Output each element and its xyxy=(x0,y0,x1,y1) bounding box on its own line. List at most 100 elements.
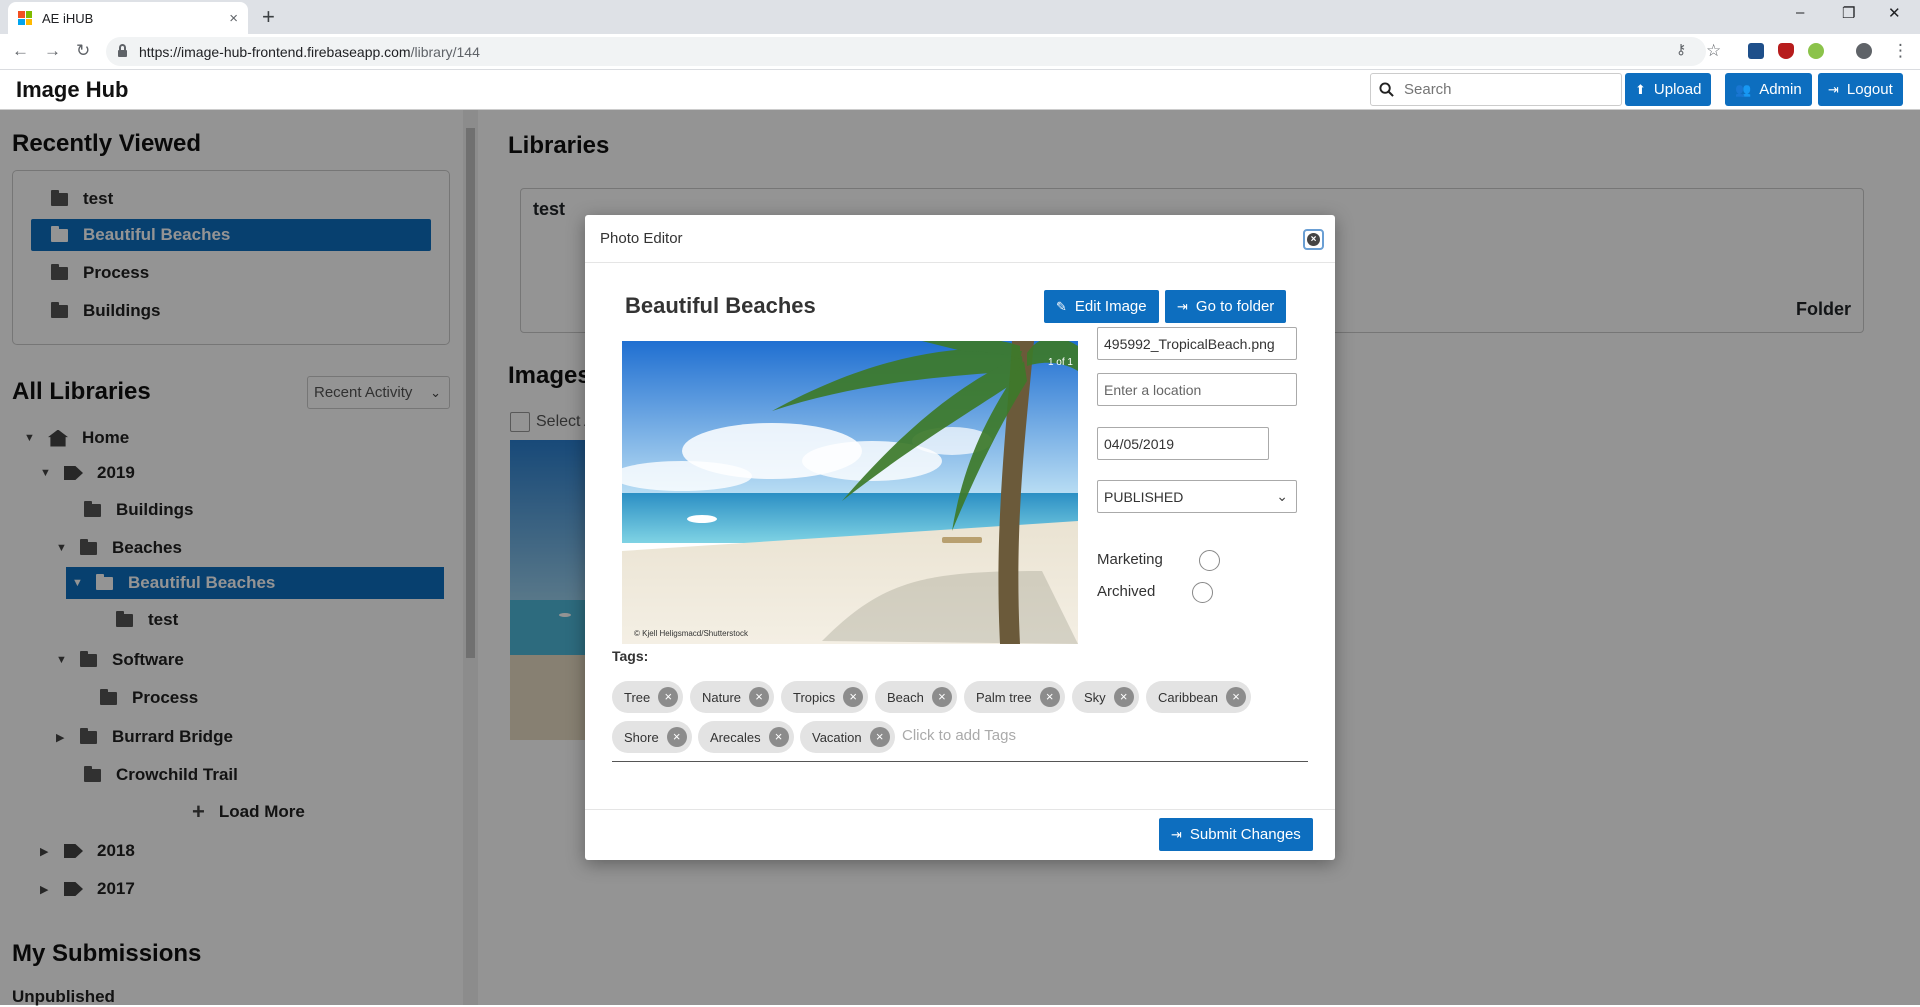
microsoft-logo-icon xyxy=(18,11,32,25)
browser-tab[interactable]: AE iHUB × xyxy=(8,2,248,34)
pencil-icon: ✎ xyxy=(1056,298,1067,314)
tag-chip-label: Beach xyxy=(887,689,924,705)
location-field[interactable]: Enter a location xyxy=(1097,373,1297,406)
search-icon xyxy=(1379,82,1394,97)
add-tag-input[interactable]: Click to add Tags xyxy=(902,727,1016,744)
url-host: https://image-hub-frontend.firebaseapp.c… xyxy=(139,43,411,60)
tag-chip-label: Caribbean xyxy=(1158,689,1218,705)
remove-tag-icon[interactable]: × xyxy=(869,727,890,747)
lock-icon xyxy=(118,44,127,57)
remove-tag-icon[interactable]: × xyxy=(768,727,789,747)
admin-label: Admin xyxy=(1759,81,1802,98)
tags-divider xyxy=(612,761,1308,762)
filename-field[interactable]: 495992_TropicalBeach.png xyxy=(1097,327,1297,360)
tag-chip[interactable]: Sky × xyxy=(1072,681,1139,713)
tag-chip-label: Tree xyxy=(624,689,651,705)
key-icon[interactable]: ⚷ xyxy=(1676,41,1686,58)
tropical-beach-image xyxy=(622,341,1078,644)
search-input[interactable] xyxy=(1402,80,1602,99)
address-bar[interactable]: https://image-hub-frontend.firebaseapp.c… xyxy=(106,37,1706,66)
submit-changes-label: Submit Changes xyxy=(1189,826,1301,843)
image-counter: 1 of 1 xyxy=(1047,357,1073,368)
tag-chip-label: Palm tree xyxy=(976,689,1032,705)
tag-chip-label: Arecales xyxy=(710,729,761,745)
browser-tab-bar: AE iHUB × + – ❐ ✕ xyxy=(0,0,1920,34)
url-path: /library/144 xyxy=(410,43,480,60)
remove-tag-icon[interactable]: × xyxy=(1113,687,1134,707)
tag-chip-label: Vacation xyxy=(812,729,862,745)
tag-chip-label: Nature xyxy=(702,689,742,705)
submit-icon: ⇥ xyxy=(1171,826,1182,842)
admin-button[interactable]: 👥 Admin xyxy=(1725,73,1812,106)
go-to-folder-button[interactable]: ⇥ Go to folder xyxy=(1165,290,1287,323)
extension-green-icon[interactable] xyxy=(1808,43,1824,59)
back-arrow-icon[interactable]: ← xyxy=(12,41,29,61)
tag-chip[interactable]: Shore × xyxy=(612,721,692,753)
star-icon[interactable]: ☆ xyxy=(1706,41,1721,61)
tab-close-icon[interactable]: × xyxy=(229,10,238,27)
modal-header: Photo Editor × xyxy=(585,215,1335,263)
remove-tag-icon[interactable]: × xyxy=(843,687,864,707)
go-to-folder-label: Go to folder xyxy=(1195,298,1275,315)
status-select-value: PUBLISHED xyxy=(1104,488,1184,505)
tag-chip-label: Sky xyxy=(1084,689,1106,705)
tag-chip[interactable]: Tree × xyxy=(612,681,684,713)
forward-arrow-icon[interactable]: → xyxy=(44,41,61,61)
remove-tag-icon[interactable]: × xyxy=(1039,687,1060,707)
tag-chip[interactable]: Palm tree × xyxy=(964,681,1065,713)
ublock-icon[interactable] xyxy=(1778,43,1794,59)
marketing-radio[interactable] xyxy=(1199,550,1220,571)
photo-title: Beautiful Beaches xyxy=(625,293,816,318)
browser-toolbar: ← → ↻ https://image-hub-frontend.firebas… xyxy=(0,34,1920,70)
search-box[interactable] xyxy=(1370,73,1622,106)
logout-icon: ⇥ xyxy=(1828,81,1839,97)
remove-tag-icon[interactable]: × xyxy=(666,727,687,747)
modal-close-button[interactable]: × xyxy=(1303,229,1324,250)
photo-editor-modal: Photo Editor × Beautiful Beaches ✎ Edit I… xyxy=(585,215,1335,860)
go-to-folder-icon: ⇥ xyxy=(1177,298,1188,314)
tag-chip-label: Shore xyxy=(624,729,659,745)
brand-title[interactable]: Image Hub xyxy=(16,77,128,103)
extension-icon[interactable] xyxy=(1748,43,1764,59)
window-close-button[interactable]: ✕ xyxy=(1888,4,1901,22)
logout-label: Logout xyxy=(1846,81,1893,98)
submit-changes-button[interactable]: ⇥ Submit Changes xyxy=(1159,818,1313,851)
tag-chip[interactable]: Vacation × xyxy=(800,721,895,753)
status-select[interactable]: PUBLISHED ⌄ xyxy=(1097,480,1297,513)
tag-chip[interactable]: Tropics × xyxy=(781,681,869,713)
tag-chip[interactable]: Beach × xyxy=(875,681,957,713)
upload-icon: ⬆ xyxy=(1635,81,1646,97)
app-header: Image Hub ⬆ Upload 👥 Admin ⇥ Logout xyxy=(0,70,1920,110)
close-icon: × xyxy=(1307,233,1320,246)
archived-radio[interactable] xyxy=(1192,582,1213,603)
date-field[interactable]: 04/05/2019 xyxy=(1097,427,1269,460)
minimize-button[interactable]: – xyxy=(1796,4,1804,21)
upload-button[interactable]: ⬆ Upload xyxy=(1625,73,1712,106)
tag-chip[interactable]: Caribbean × xyxy=(1146,681,1251,713)
chevron-down-icon: ⌄ xyxy=(1276,488,1288,504)
tag-chip[interactable]: Nature × xyxy=(690,681,775,713)
maximize-button[interactable]: ❐ xyxy=(1842,4,1855,22)
archived-label: Archived xyxy=(1097,583,1156,600)
remove-tag-icon[interactable]: × xyxy=(658,687,679,707)
new-tab-button[interactable]: + xyxy=(262,4,275,30)
modal-footer-divider xyxy=(585,809,1335,810)
photo-credit: © Kjell Heligsmacd/Shutterstock xyxy=(634,629,748,638)
edit-image-button[interactable]: ✎ Edit Image xyxy=(1044,290,1159,323)
browser-tab-title: AE iHUB xyxy=(42,10,94,26)
modal-title: Photo Editor xyxy=(600,230,683,247)
photo-preview[interactable]: 1 of 1 © Kjell Heligsmacd/Shutterstock xyxy=(622,341,1078,644)
remove-tag-icon[interactable]: × xyxy=(749,687,770,707)
logout-button[interactable]: ⇥ Logout xyxy=(1818,73,1903,106)
upload-label: Upload xyxy=(1653,81,1702,98)
marketing-label: Marketing xyxy=(1097,551,1163,568)
remove-tag-icon[interactable]: × xyxy=(1226,687,1246,707)
admin-users-icon: 👥 xyxy=(1735,81,1752,97)
menu-kebab-icon[interactable]: ⋮ xyxy=(1892,41,1909,61)
remove-tag-icon[interactable]: × xyxy=(931,687,952,707)
reload-icon[interactable]: ↻ xyxy=(76,41,90,61)
tag-chip-label: Tropics xyxy=(793,689,836,705)
profile-icon[interactable] xyxy=(1856,43,1872,59)
tag-chip[interactable]: Arecales × xyxy=(698,721,794,753)
edit-image-label: Edit Image xyxy=(1074,298,1147,315)
